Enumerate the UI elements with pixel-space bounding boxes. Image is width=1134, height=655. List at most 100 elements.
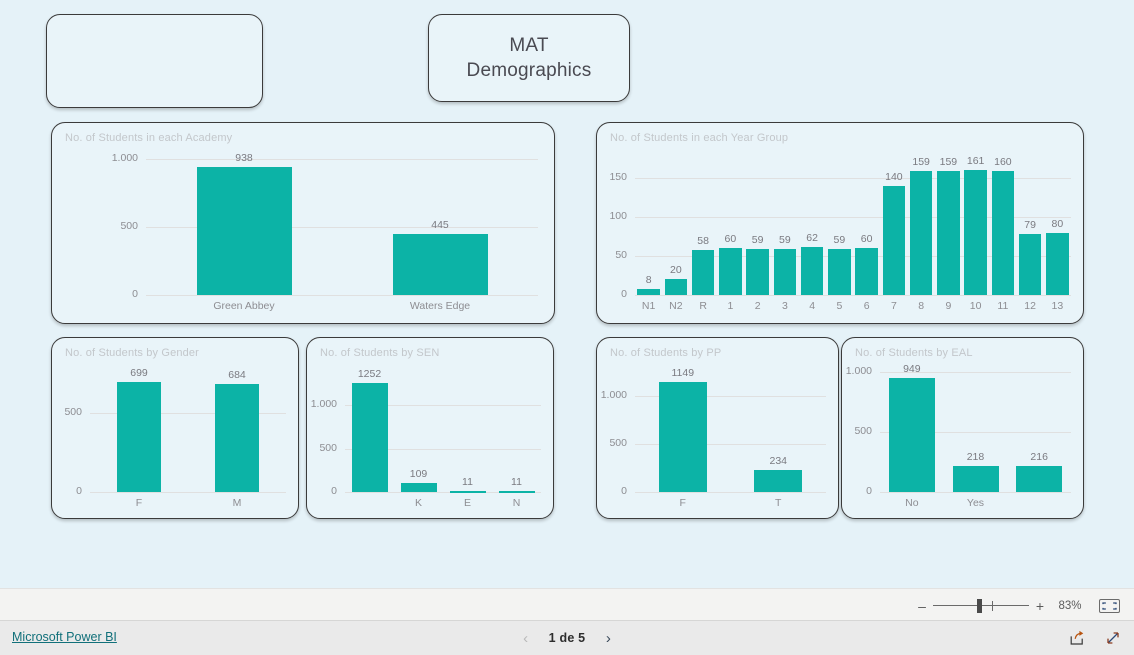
blank-header-card[interactable]: [46, 14, 263, 108]
bar[interactable]: [658, 382, 707, 492]
y-axis-tick-label: 1.000: [600, 389, 627, 402]
x-axis-tick-label: E: [463, 497, 471, 509]
fit-to-page-icon[interactable]: [1099, 598, 1120, 613]
y-axis-tick-label: 0: [76, 485, 82, 497]
bar[interactable]: [773, 249, 797, 295]
y-axis-tick-label: 1.000: [310, 398, 337, 411]
gridline: [146, 295, 538, 296]
bar[interactable]: [400, 482, 437, 492]
bar-value-label: 216: [1030, 451, 1048, 464]
chart-title: No. of Students by EAL: [855, 347, 973, 359]
bar[interactable]: [449, 491, 486, 494]
zoom-slider[interactable]: [933, 598, 1029, 613]
bar[interactable]: [637, 288, 660, 295]
bar[interactable]: [1046, 232, 1069, 295]
chart-card-pp[interactable]: No. of Students by PP 0 500 1.000 1149 F 234 T: [596, 337, 839, 519]
y-axis-tick-label: 50: [615, 249, 627, 262]
y-axis-tick-label: 500: [854, 425, 872, 437]
x-axis-tick-label: 12: [1024, 300, 1036, 312]
bar-value-label: 218: [966, 450, 985, 463]
x-axis-tick-label: 8: [918, 300, 925, 312]
bar-value-label: 58: [697, 234, 709, 247]
previous-page-button[interactable]: ‹: [519, 631, 533, 646]
chart-card-eal[interactable]: No. of Students by EAL 0 500 1.000 949 No 218 Y…: [841, 337, 1084, 519]
bar-value-label: 79: [1024, 218, 1036, 231]
bar[interactable]: [800, 246, 824, 295]
bar-value-label: 445: [431, 219, 449, 232]
bar-value-label: 1252: [357, 368, 382, 381]
zoom-in-button[interactable]: +: [1031, 599, 1049, 613]
x-axis-tick-label: M: [232, 497, 242, 509]
next-page-button[interactable]: ›: [601, 631, 615, 646]
report-title-card[interactable]: MAT Demographics: [428, 14, 630, 102]
bar-value-label: 699: [130, 366, 148, 379]
bar[interactable]: [196, 167, 292, 295]
bar[interactable]: [882, 186, 906, 295]
bar[interactable]: [888, 378, 935, 492]
x-axis-tick-label: N1: [641, 300, 656, 312]
bar[interactable]: [991, 170, 1015, 295]
x-axis-tick-label: K: [414, 497, 422, 509]
bar-value-label: 161: [966, 154, 985, 167]
bar[interactable]: [215, 384, 259, 492]
x-axis-tick-label: 3: [781, 300, 788, 312]
footer-actions: [1068, 621, 1122, 655]
bar[interactable]: [691, 249, 715, 295]
bar[interactable]: [909, 171, 933, 295]
y-axis-tick-label: 0: [621, 288, 627, 300]
y-axis-tick-label: 150: [609, 171, 627, 184]
report-canvas: MAT Demographics No. of Students in each…: [0, 0, 1134, 588]
chart-card-sen[interactable]: No. of Students by SEN 0 500 1.000 1252 109 K 1…: [306, 337, 554, 519]
bar[interactable]: [117, 381, 161, 492]
bar[interactable]: [746, 249, 769, 295]
x-axis-tick-label: 10: [969, 300, 982, 312]
chart-title: No. of Students by SEN: [320, 347, 440, 359]
gridline: [90, 492, 286, 493]
fullscreen-icon[interactable]: [1104, 629, 1122, 647]
chart-title: No. of Students in each Academy: [65, 132, 233, 144]
bar[interactable]: [855, 248, 878, 295]
bar[interactable]: [937, 171, 960, 295]
page-navigation: ‹ 1 de 5 ›: [0, 621, 1134, 655]
bar[interactable]: [498, 491, 535, 494]
power-bi-brand-link[interactable]: Microsoft Power BI: [12, 630, 117, 644]
y-axis-tick-label: 0: [132, 288, 138, 300]
bar[interactable]: [392, 234, 488, 295]
page-title-line-2: Demographics: [466, 60, 592, 81]
x-axis-tick-label: N: [512, 497, 521, 509]
bar-value-label: 59: [779, 234, 791, 247]
y-axis-tick-label: 500: [64, 406, 82, 419]
bar[interactable]: [1018, 233, 1042, 295]
y-axis-tick-label: 0: [866, 485, 872, 497]
power-bi-report-viewer: MAT Demographics No. of Students in each…: [0, 0, 1134, 655]
gridline: [635, 492, 826, 493]
share-icon[interactable]: [1068, 629, 1086, 647]
bar[interactable]: [719, 248, 742, 295]
zoom-slider-handle[interactable]: [977, 598, 982, 613]
x-axis-tick-label: Green Abbey: [213, 300, 275, 312]
bar[interactable]: [351, 383, 388, 492]
chart-card-academy[interactable]: No. of Students in each Academy 0 500 1.000…: [51, 122, 555, 324]
view-toolbar: – + 83%: [0, 588, 1134, 621]
y-axis-tick-label: 500: [609, 437, 627, 450]
x-axis-tick-label: 5: [836, 300, 843, 312]
chart-card-year-group[interactable]: No. of Students in each Year Group 0 50 100…: [596, 122, 1084, 324]
x-axis-tick-label: F: [135, 497, 143, 509]
bar[interactable]: [664, 279, 688, 295]
x-axis-tick-label: 4: [809, 300, 816, 312]
bar[interactable]: [952, 465, 999, 492]
y-axis-tick-label: 500: [120, 220, 138, 232]
bar[interactable]: [964, 169, 987, 295]
zoom-out-button[interactable]: –: [913, 599, 931, 613]
bar[interactable]: [1016, 466, 1063, 492]
chart-title: No. of Students in each Year Group: [610, 132, 789, 144]
gridline: [880, 492, 1071, 493]
bar[interactable]: [828, 249, 851, 295]
bar-value-label: 20: [670, 264, 682, 277]
bar-value-label: 109: [409, 467, 428, 480]
chart-card-gender[interactable]: No. of Students by Gender 0 500 699 F 684 M: [51, 337, 299, 519]
zoom-slider-notch: [992, 600, 993, 611]
page-indicator: 1 de 5: [548, 631, 586, 645]
bar-value-label: 59: [833, 234, 846, 247]
bar[interactable]: [754, 469, 803, 492]
